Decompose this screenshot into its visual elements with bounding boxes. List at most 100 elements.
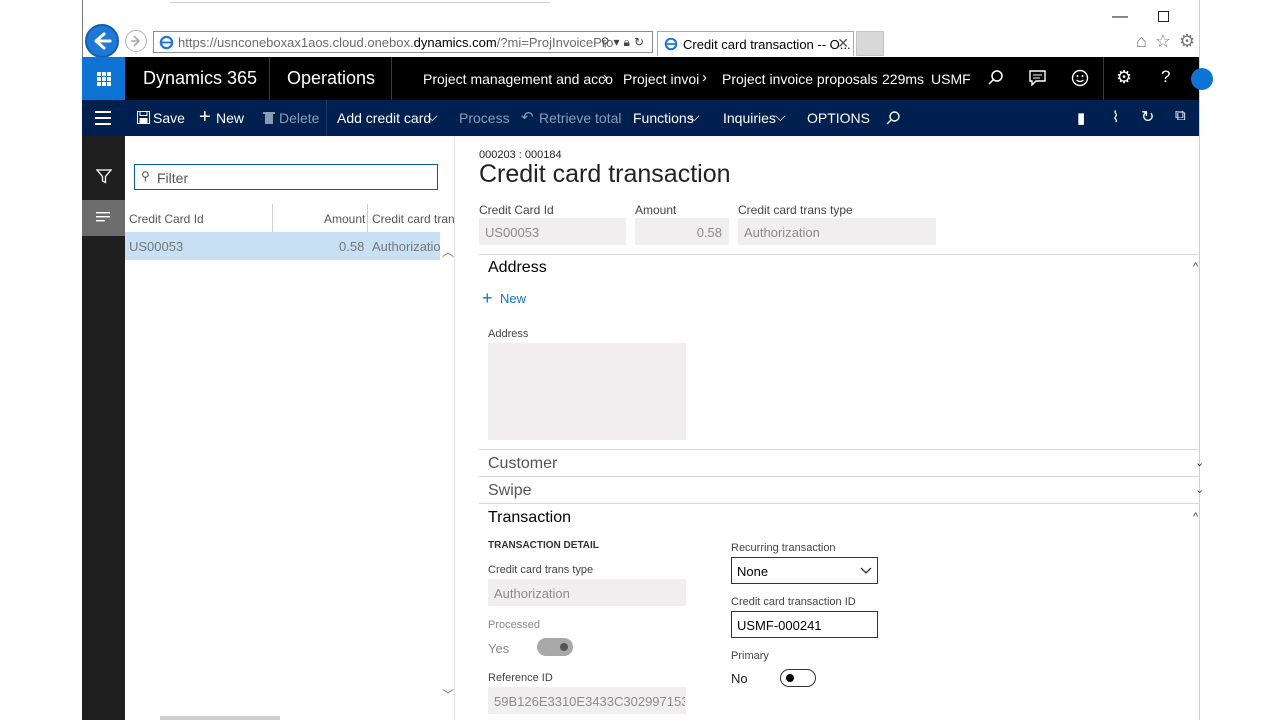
address-bar[interactable]: https://usnconeboxax1aos.cloud.onebox.dy… xyxy=(153,31,653,53)
column-header-trans-type[interactable]: Credit card trans type xyxy=(372,212,454,226)
delete-button[interactable]: Delete xyxy=(279,110,319,126)
processed-toggle[interactable] xyxy=(537,638,573,656)
maximize-icon[interactable] xyxy=(1158,11,1169,22)
brand-name[interactable]: Dynamics 365 xyxy=(143,68,257,89)
fasttab-transaction[interactable]: Transaction xyxy=(488,509,571,527)
home-icon[interactable]: ⌂ xyxy=(1136,31,1155,51)
desktop-margin-right xyxy=(1199,0,1280,720)
transaction-id-field[interactable]: USMF-000241 xyxy=(731,611,878,638)
desktop-margin-left xyxy=(0,0,82,720)
minimize-icon[interactable]: ― xyxy=(1112,8,1128,26)
chevron-up-icon[interactable]: ^ xyxy=(1193,261,1198,273)
delete-trash-icon xyxy=(263,112,275,124)
breadcrumb-project-invoices[interactable]: Project invoi xyxy=(623,71,699,87)
browser-tab[interactable]: Credit card transaction -- O... ✕ xyxy=(657,31,854,56)
address-tools: ⚲▾🔒︎↻ xyxy=(601,35,648,50)
feedback-smiley-icon[interactable] xyxy=(1071,69,1089,87)
lock-icon: 🔒︎ xyxy=(623,35,634,49)
primary-value: No xyxy=(731,671,748,686)
credit-card-id-field[interactable]: US00053 xyxy=(479,218,626,245)
save-button[interactable]: Save xyxy=(153,110,185,126)
new-plus-icon: + xyxy=(199,106,211,128)
open-new-window-icon[interactable]: ⧉ xyxy=(1175,107,1186,124)
tab-close-icon[interactable]: ✕ xyxy=(837,35,849,52)
undo-arrow-icon: ↶ xyxy=(521,109,534,126)
add-plus-icon: + xyxy=(482,288,493,308)
transaction-detail-group-title: TRANSACTION DETAIL xyxy=(488,540,599,551)
table-row[interactable]: US00053 0.58 Authorizatio xyxy=(125,232,440,260)
primary-label: Primary xyxy=(731,650,769,662)
recurring-label: Recurring transaction xyxy=(731,542,836,554)
load-time: 229ms xyxy=(882,71,925,87)
column-header-credit-card-id[interactable]: Credit Card Id xyxy=(129,212,204,226)
trans-type-field[interactable]: Authorization xyxy=(738,218,936,245)
forward-button[interactable] xyxy=(125,30,147,52)
options-menu[interactable]: OPTIONS xyxy=(807,110,870,126)
filter-input[interactable]: ⚲ Filter xyxy=(134,164,438,190)
tx-trans-type-field[interactable]: Authorization xyxy=(488,579,686,606)
credit-card-id-label: Credit Card Id xyxy=(479,203,554,217)
browser-toolbar-icons: ⌂☆⚙ xyxy=(1136,31,1203,52)
amount-field[interactable]: 0.58 xyxy=(635,218,729,245)
scroll-up-icon[interactable]: ︿ xyxy=(442,243,454,260)
breadcrumb-project-management[interactable]: Project management and acco xyxy=(423,71,613,87)
fasttab-address[interactable]: Address xyxy=(488,259,547,277)
inquiries-menu[interactable]: Inquiries xyxy=(723,110,776,126)
attachment-icon[interactable]: ⌇ xyxy=(1112,108,1119,126)
address-field[interactable] xyxy=(488,343,686,440)
breadcrumb-project-invoice-proposals[interactable]: Project invoice proposals xyxy=(722,71,878,87)
address-url: https://usnconeboxax1aos.cloud.onebox.dy… xyxy=(178,35,614,50)
user-avatar[interactable] xyxy=(1191,68,1213,90)
cell-amount: 0.58 xyxy=(339,239,365,254)
top-navigation-bar: Dynamics 365 Operations Project manageme… xyxy=(82,57,1213,100)
reference-id-field[interactable]: 59B126E3310E3433C302997153C xyxy=(488,687,686,714)
new-tab-button[interactable] xyxy=(856,31,884,56)
new-button[interactable]: New xyxy=(216,110,244,126)
new-address-button[interactable]: New xyxy=(500,291,526,306)
chevron-down-icon: ⌵ xyxy=(689,108,700,124)
chevron-up-icon[interactable]: ^ xyxy=(1193,511,1198,523)
chevron-down-icon: ⌵ xyxy=(775,108,786,124)
left-rail xyxy=(82,136,125,720)
add-credit-card-button[interactable]: Add credit card xyxy=(337,110,431,126)
fasttab-customer[interactable]: Customer xyxy=(488,455,557,473)
filter-funnel-icon[interactable] xyxy=(96,169,112,184)
breadcrumb-chevron-icon: › xyxy=(702,69,707,86)
ie-logo-icon xyxy=(159,35,174,50)
search-icon[interactable]: ⚲ xyxy=(601,35,614,49)
favorites-star-icon[interactable]: ☆ xyxy=(1155,31,1179,51)
scroll-down-icon[interactable]: ﹀ xyxy=(442,686,454,703)
navigation-menu-icon[interactable] xyxy=(95,111,111,125)
dropdown-icon[interactable]: ▾ xyxy=(614,35,624,49)
help-icon[interactable]: ? xyxy=(1161,67,1170,87)
office-icon[interactable]: ▮ xyxy=(1077,109,1085,127)
app-launcher-button[interactable] xyxy=(82,57,125,100)
search-icon[interactable] xyxy=(885,110,901,126)
fasttab-swipe[interactable]: Swipe xyxy=(488,482,532,500)
retrieve-total-button[interactable]: Retrieve total xyxy=(539,110,621,126)
primary-toggle[interactable] xyxy=(780,669,816,687)
list-toggle-button[interactable] xyxy=(82,200,125,236)
settings-gear-icon[interactable]: ⚙ xyxy=(1179,31,1203,51)
forward-arrow-icon xyxy=(131,35,141,47)
process-button[interactable]: Process xyxy=(459,110,510,126)
module-name[interactable]: Operations xyxy=(287,68,375,89)
horizontal-scrollbar[interactable] xyxy=(160,716,280,720)
chevron-down-icon[interactable]: ⌄ xyxy=(1195,456,1204,469)
chevron-down-icon[interactable]: ⌄ xyxy=(1195,483,1204,496)
browser-favorites-strip xyxy=(170,0,550,3)
save-icon xyxy=(137,111,150,124)
cell-trans-type: Authorizatio xyxy=(372,239,440,254)
recurring-select[interactable]: None xyxy=(731,557,878,584)
refresh-icon[interactable]: ↻ xyxy=(634,35,648,49)
company-picker[interactable]: USMF xyxy=(931,71,971,87)
refresh-icon[interactable]: ↻ xyxy=(1141,107,1154,127)
search-icon[interactable] xyxy=(987,69,1005,87)
column-header-amount[interactable]: Amount xyxy=(324,212,365,226)
settings-gear-icon[interactable]: ⚙ xyxy=(1116,67,1132,88)
tx-trans-type-label: Credit card trans type xyxy=(488,564,594,576)
functions-menu[interactable]: Functions xyxy=(633,110,694,126)
back-button[interactable] xyxy=(85,24,119,58)
processed-label: Processed xyxy=(488,619,540,631)
message-icon[interactable] xyxy=(1029,70,1046,86)
